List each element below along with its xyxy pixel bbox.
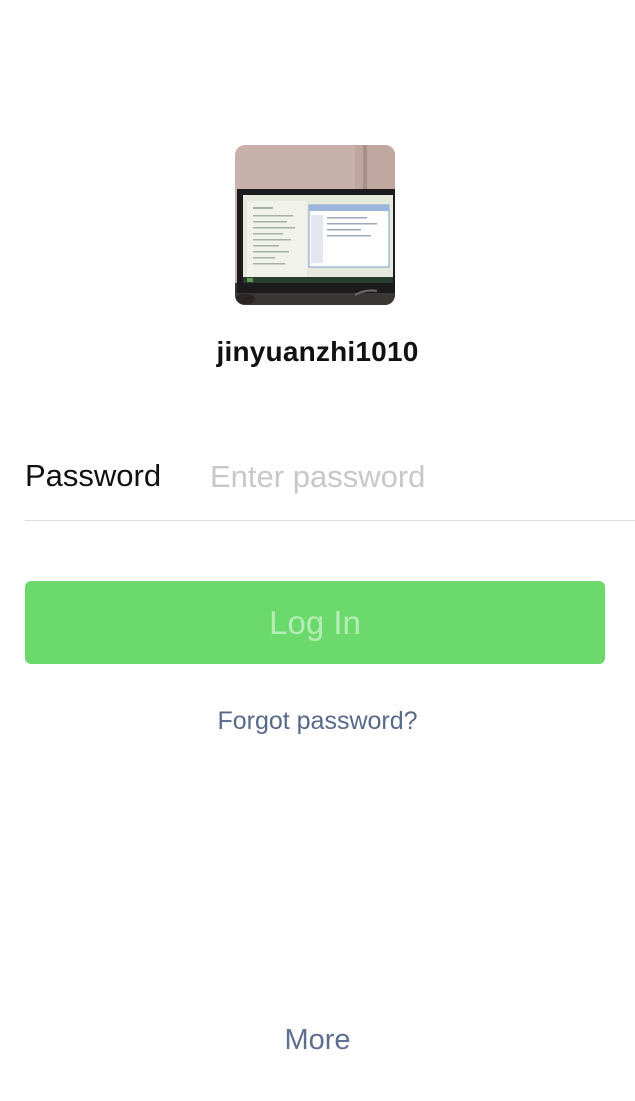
password-label: Password	[25, 458, 162, 493]
forgot-password-link[interactable]: Forgot password?	[0, 707, 635, 736]
login-button[interactable]: Log In	[25, 581, 605, 664]
password-input[interactable]	[210, 456, 630, 498]
password-row: Password	[25, 440, 635, 521]
login-screen: jinyuanzhi1010 Password Log In Forgot pa…	[0, 0, 635, 1101]
more-button[interactable]: More	[0, 1024, 635, 1057]
avatar-photo-icon	[235, 145, 395, 305]
username: jinyuanzhi1010	[216, 336, 419, 367]
avatar	[235, 145, 395, 305]
